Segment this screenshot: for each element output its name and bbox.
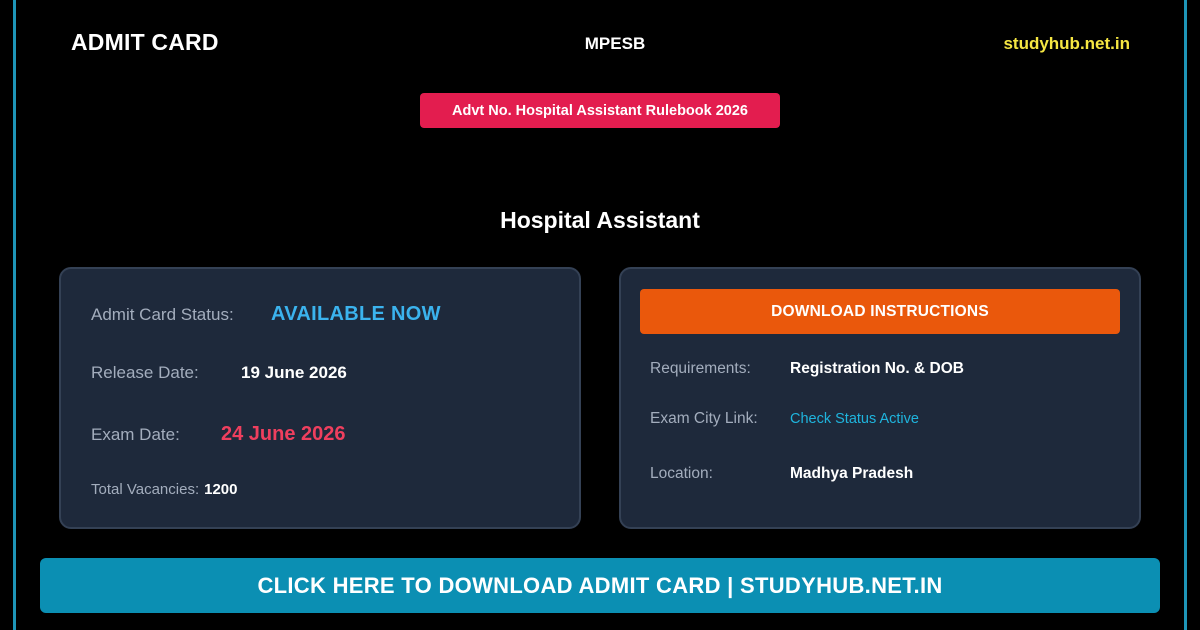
- exam-city-status-link[interactable]: Check Status Active: [790, 411, 919, 427]
- post-title: Hospital Assistant: [500, 207, 700, 233]
- exam-date-row: Exam Date: 24 June 2026: [91, 423, 346, 446]
- site-name-link[interactable]: studyhub.net.in: [1003, 34, 1130, 54]
- release-date-value: 19 June 2026: [241, 363, 347, 382]
- status-row: Admit Card Status: AVAILABLE NOW: [91, 303, 441, 326]
- advertisement-badge: Advt No. Hospital Assistant Rulebook 202…: [420, 93, 780, 128]
- location-row: Location: Madhya Pradesh: [650, 465, 913, 483]
- requirements-value: Registration No. & DOB: [790, 360, 964, 377]
- exam-date-label: Exam Date:: [91, 425, 180, 444]
- total-vacancies-value: 1200: [204, 481, 238, 498]
- release-date-label: Release Date:: [91, 363, 199, 382]
- total-vacancies-label: Total Vacancies:: [91, 481, 200, 498]
- download-instructions-panel: DOWNLOAD INSTRUCTIONS Requirements: Regi…: [619, 267, 1141, 529]
- location-value: Madhya Pradesh: [790, 465, 914, 482]
- location-label: Location:: [650, 465, 713, 482]
- exam-city-row: Exam City Link: Check Status Active: [650, 410, 919, 428]
- exam-city-label: Exam City Link:: [650, 410, 758, 427]
- status-label: Admit Card Status:: [91, 305, 234, 324]
- download-admit-card-button[interactable]: CLICK HERE TO DOWNLOAD ADMIT CARD | STUD…: [40, 558, 1160, 613]
- total-vacancies-row: Total Vacancies: 1200: [91, 481, 238, 498]
- status-value: AVAILABLE NOW: [271, 303, 441, 325]
- requirements-label: Requirements:: [650, 360, 751, 377]
- admit-card-details-panel: Admit Card Status: AVAILABLE NOW Release…: [59, 267, 581, 529]
- exam-date-value: 24 June 2026: [221, 423, 346, 445]
- release-date-row: Release Date: 19 June 2026: [91, 363, 347, 383]
- requirements-row: Requirements: Registration No. & DOB: [650, 360, 964, 378]
- download-instructions-button[interactable]: DOWNLOAD INSTRUCTIONS: [640, 289, 1120, 334]
